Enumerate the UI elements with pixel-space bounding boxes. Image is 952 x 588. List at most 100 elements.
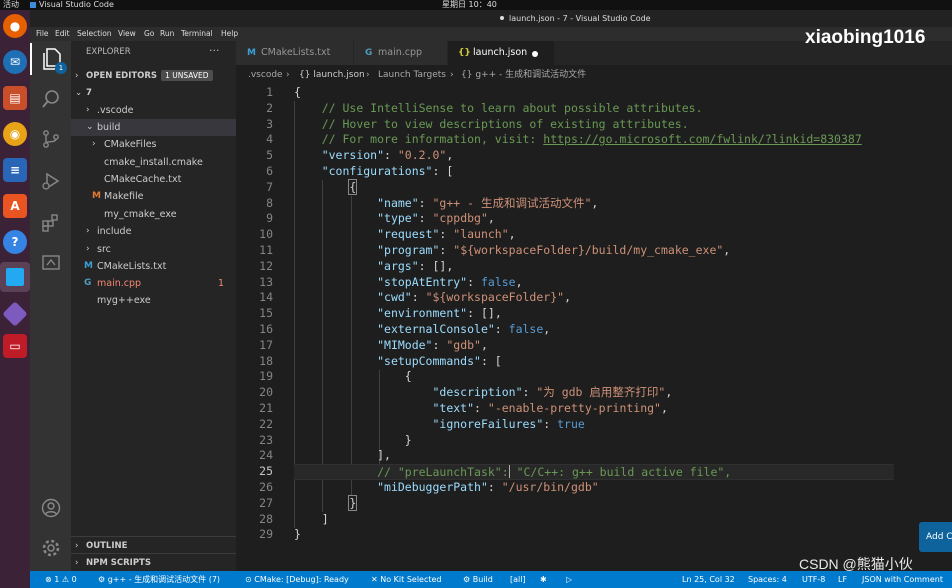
code-line: // For more information, visit: https://… bbox=[321, 132, 862, 147]
tree-item-my-cmake-exe[interactable]: my_cmake_exe bbox=[71, 206, 236, 223]
line-number: 8 bbox=[266, 195, 273, 210]
search-icon[interactable] bbox=[30, 83, 71, 115]
menu-file[interactable]: File bbox=[36, 27, 49, 41]
terminal-icon[interactable]: ▭ bbox=[3, 334, 27, 358]
line-number: 9 bbox=[266, 211, 273, 226]
line-number: 24 bbox=[259, 448, 273, 463]
menu-go[interactable]: Go bbox=[144, 27, 154, 41]
system-top-bar: 活动 Visual Studio Code 星期日 10：40 bbox=[0, 0, 952, 10]
chevron-right-icon: › bbox=[75, 71, 79, 81]
makefile-icon: M bbox=[92, 191, 101, 201]
remote-explorer-icon[interactable] bbox=[30, 247, 71, 279]
build-button[interactable]: ⚙ Build bbox=[463, 571, 493, 588]
code-line: } bbox=[294, 527, 301, 542]
tree-item-cmakecache[interactable]: CMakeCache.txt bbox=[71, 171, 236, 188]
tree-item-cmakelists[interactable]: M CMakeLists.txt bbox=[71, 258, 236, 275]
source-control-icon[interactable] bbox=[30, 123, 71, 155]
activities-button[interactable]: 活动 bbox=[3, 0, 19, 10]
tree-item-src[interactable]: › src bbox=[71, 241, 236, 258]
npm-scripts-title: NPM SCRIPTS bbox=[86, 558, 151, 568]
explorer-badge: 1 bbox=[55, 62, 67, 74]
breadcrumb-separator: › bbox=[366, 70, 370, 80]
tree-item-vscode[interactable]: › .vscode bbox=[71, 102, 236, 119]
breadcrumb-vscode[interactable]: .vscode bbox=[248, 65, 283, 85]
tree-item-main-cpp[interactable]: Gmain.cpp 1 bbox=[71, 275, 236, 292]
explorer-icon[interactable]: 1 bbox=[30, 43, 71, 75]
manage-gear-icon[interactable] bbox=[30, 532, 71, 564]
accounts-icon[interactable] bbox=[30, 492, 71, 524]
line-number: 18 bbox=[259, 353, 273, 368]
run-play-icon[interactable]: ▷ bbox=[566, 571, 572, 588]
unsaved-badge: 1 UNSAVED bbox=[161, 70, 213, 81]
line-number: 6 bbox=[266, 164, 273, 178]
writer-icon[interactable]: ≡ bbox=[3, 158, 27, 182]
menu-view[interactable]: View bbox=[118, 27, 136, 41]
unsaved-dot-icon[interactable] bbox=[532, 51, 538, 57]
indentation-status[interactable]: Spaces: 4 bbox=[748, 571, 787, 588]
fwlink-link[interactable]: https://go.microsoft.com/fwlink/?linkid=… bbox=[543, 132, 862, 146]
code-line: "setupCommands": [ bbox=[377, 353, 502, 368]
code-line: "program": "${workspaceFolder}/build/my_… bbox=[377, 243, 731, 257]
kit-status[interactable]: ✕ No Kit Selected bbox=[371, 571, 442, 588]
tree-item-cmakefiles[interactable]: › CMakeFiles bbox=[71, 136, 236, 153]
gem-icon[interactable] bbox=[2, 301, 28, 327]
software-center-icon[interactable]: A bbox=[3, 194, 27, 218]
tree-item-cmake-install[interactable]: cmake_install.cmake bbox=[71, 154, 236, 171]
help-icon[interactable]: ? bbox=[3, 230, 27, 254]
code-line: { bbox=[348, 178, 358, 195]
breadcrumb-launch-json[interactable]: {} launch.json bbox=[299, 65, 365, 85]
menu-run[interactable]: Run bbox=[160, 27, 174, 41]
build-target-status[interactable]: [all] bbox=[510, 571, 526, 588]
app-menu[interactable]: Visual Studio Code bbox=[30, 0, 114, 10]
cmake-status[interactable]: ⊙ CMake: [Debug]: Ready bbox=[245, 571, 349, 588]
code-line: "cwd": "${workspaceFolder}", bbox=[377, 290, 571, 305]
explorer-sidebar: EXPLORER ··· › OPEN EDITORS 1 UNSAVED ⌄ 7… bbox=[71, 41, 236, 571]
vscode-dock-icon[interactable] bbox=[0, 262, 30, 292]
tab-main-cpp[interactable]: Gmain.cpp bbox=[354, 41, 447, 65]
open-editors-section[interactable]: › OPEN EDITORS 1 UNSAVED bbox=[71, 67, 236, 85]
run-debug-icon[interactable] bbox=[30, 165, 71, 197]
window-title: launch.json - 7 - Visual Studio Code bbox=[509, 14, 651, 23]
menu-terminal[interactable]: Terminal bbox=[181, 27, 213, 41]
explorer-title: EXPLORER bbox=[86, 47, 131, 57]
menu-help[interactable]: Help bbox=[221, 27, 238, 41]
code-line: // Use IntelliSense to learn about possi… bbox=[321, 100, 703, 115]
clock[interactable]: 星期日 10：40 bbox=[442, 0, 497, 10]
menu-edit[interactable]: Edit bbox=[55, 27, 70, 41]
tab-cmakelists[interactable]: M CMakeLists.txt bbox=[236, 41, 353, 65]
npm-scripts-section[interactable]: › NPM SCRIPTS bbox=[71, 553, 236, 571]
outline-section[interactable]: › OUTLINE bbox=[71, 536, 236, 554]
rhythmbox-icon[interactable]: ◉ bbox=[3, 122, 27, 146]
firefox-icon[interactable]: ● bbox=[3, 14, 27, 38]
code-line: "request": "launch", bbox=[377, 227, 516, 242]
code-line: "environment": [], bbox=[377, 306, 502, 321]
breadcrumb-config[interactable]: {} g++ - 生成和调试活动文件 bbox=[461, 65, 586, 85]
add-configuration-button[interactable]: Add C bbox=[919, 522, 952, 552]
tree-item-include[interactable]: › include bbox=[71, 223, 236, 240]
folder-section[interactable]: ⌄ 7 bbox=[71, 84, 236, 102]
code-editor[interactable]: 1 2 3 4 5 6 7 8 9 10 11 12 13 14 15 16 1… bbox=[236, 85, 952, 555]
more-actions-icon[interactable]: ··· bbox=[209, 44, 220, 57]
line-number: 20 bbox=[259, 385, 273, 400]
extensions-icon[interactable] bbox=[30, 207, 71, 239]
code-line: "version": "0.2.0", bbox=[321, 148, 454, 163]
tree-item-myg-exe[interactable]: myg++exe bbox=[71, 292, 236, 309]
code-line: "MIMode": "gdb", bbox=[377, 337, 488, 352]
tree-item-makefile[interactable]: M Makefile bbox=[71, 188, 236, 205]
breadcrumb-launch-targets[interactable]: Launch Targets bbox=[378, 65, 446, 85]
thunderbird-icon[interactable]: ✉ bbox=[3, 50, 27, 74]
code-line: // Hover to view descriptions of existin… bbox=[321, 116, 689, 131]
debug-bug-icon[interactable]: ✱ bbox=[540, 571, 547, 588]
debug-config-status[interactable]: ⚙ g++ - 生成和调试活动文件 (7) bbox=[98, 571, 220, 588]
problems-status[interactable]: ⊗ 1 ⚠ 0 bbox=[45, 571, 77, 588]
code-line: "stopAtEntry": false, bbox=[377, 274, 523, 289]
menu-selection[interactable]: Selection bbox=[77, 27, 112, 41]
line-number: 16 bbox=[259, 322, 273, 336]
tree-item-build[interactable]: ⌄ build bbox=[71, 119, 236, 136]
code-line: "type": "cppdbg", bbox=[377, 211, 495, 226]
tab-launch-json[interactable]: {} launch.json bbox=[448, 41, 554, 65]
cursor-position-status[interactable]: Ln 25, Col 32 bbox=[682, 571, 735, 588]
json-file-icon: {} bbox=[458, 48, 471, 58]
line-number: 11 bbox=[259, 243, 273, 257]
files-icon[interactable]: ▤ bbox=[3, 86, 27, 110]
